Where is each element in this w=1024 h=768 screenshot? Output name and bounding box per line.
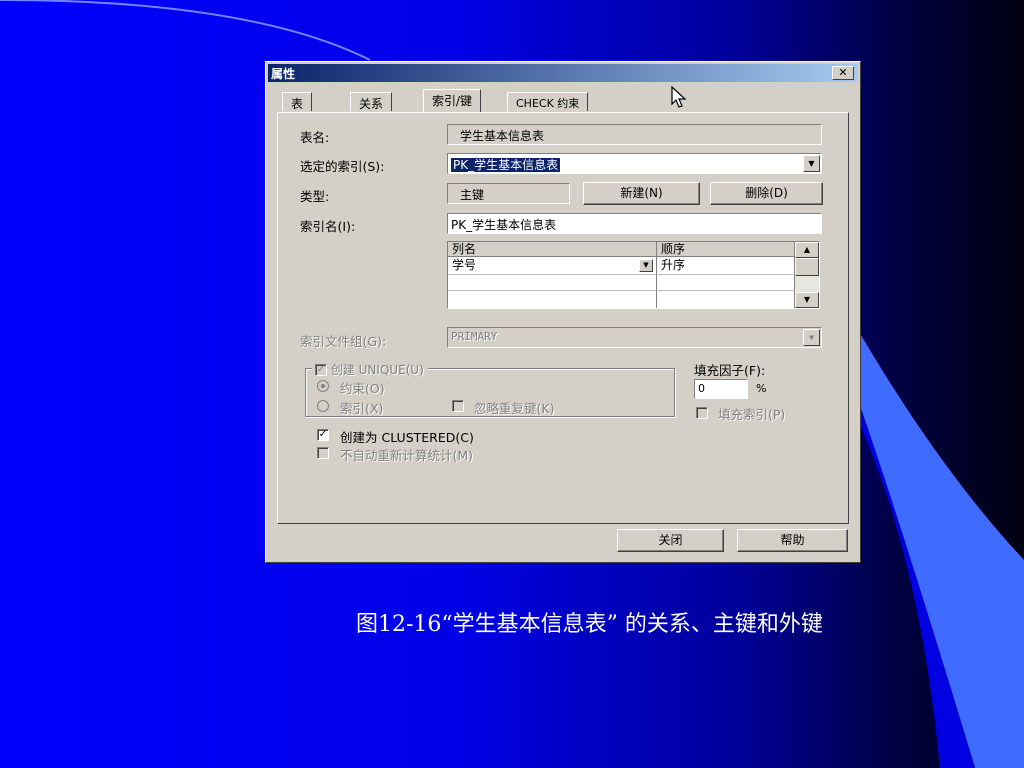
mouse-pointer-icon	[671, 86, 687, 108]
dialog-title-bar[interactable]: 属性 ✕	[268, 64, 858, 82]
table-row-empty[interactable]	[657, 275, 795, 291]
ignore-duplicate-checkbox[interactable]	[452, 400, 464, 412]
cell-sort-order[interactable]: 升序	[657, 257, 795, 275]
close-icon[interactable]: ✕	[832, 66, 854, 80]
ignore-duplicate-label: 忽略重复键(K)	[474, 401, 555, 416]
index-name-label: 索引名(I):	[300, 219, 356, 234]
column-header-name: 列名	[448, 242, 657, 257]
index-radio-label: 索引(X)	[340, 401, 384, 416]
help-button[interactable]: 帮助	[737, 529, 848, 552]
slide-caption: 图12-16“学生基本信息表” 的关系、主键和外键	[356, 612, 823, 637]
table-name-field: 学生基本信息表	[447, 124, 822, 145]
filegroup-label: 索引文件组(G):	[300, 334, 387, 349]
scroll-thumb[interactable]	[795, 258, 819, 276]
scroll-down-icon[interactable]: ▼	[795, 292, 819, 308]
radio-constraint[interactable]	[317, 380, 329, 392]
table-row-column-name[interactable]: 学号 ▼	[448, 257, 657, 275]
type-field: 主键	[447, 183, 570, 204]
table-name-label: 表名:	[300, 130, 330, 145]
table-row-empty[interactable]	[657, 291, 795, 308]
chevron-down-icon[interactable]: ▼	[803, 155, 820, 172]
filegroup-value: PRIMARY	[451, 330, 498, 343]
index-columns-grid: 列名 顺序 学号 ▼ 升序 ▲ ▼	[447, 241, 820, 309]
clustered-checkbox[interactable]: ✓	[317, 429, 329, 441]
tab-check-constraints[interactable]: CHECK 约束	[507, 92, 589, 111]
type-label: 类型:	[300, 189, 330, 204]
grid-scrollbar[interactable]: ▲ ▼	[795, 242, 819, 308]
create-unique-label: 创建 UNIQUE(U)	[330, 363, 424, 377]
filegroup-dropdown[interactable]: PRIMARY ▼	[447, 327, 822, 348]
close-button[interactable]: 关闭	[617, 529, 724, 552]
new-button[interactable]: 新建(N)	[583, 182, 700, 205]
checkbox-checked-icon[interactable]: ✓	[315, 363, 327, 376]
delete-button[interactable]: 删除(D)	[710, 182, 823, 205]
percent-sign: %	[756, 382, 767, 395]
cell-column-name: 学号	[452, 258, 477, 272]
column-header-order: 顺序	[657, 242, 795, 257]
table-row-empty[interactable]	[448, 291, 657, 308]
selected-index-dropdown[interactable]: PK_学生基本信息表 ▼	[447, 153, 822, 174]
radio-index[interactable]	[317, 400, 329, 412]
pad-index-checkbox[interactable]	[696, 407, 708, 419]
chevron-down-icon[interactable]: ▼	[639, 259, 653, 272]
tab-relationships[interactable]: 关系	[350, 92, 393, 111]
tab-table[interactable]: 表	[282, 92, 313, 111]
tab-indexes-keys[interactable]: 索引/键	[423, 89, 482, 112]
create-unique-option[interactable]: ✓ 创建 UNIQUE(U)	[312, 361, 428, 377]
pad-index-label: 填充索引(P)	[718, 407, 786, 422]
fill-factor-label: 填充因子(F):	[694, 363, 766, 378]
dialog-title: 属性	[271, 67, 296, 81]
table-row-empty[interactable]	[448, 275, 657, 291]
scroll-up-icon[interactable]: ▲	[795, 242, 819, 258]
fill-factor-input[interactable]: 0	[694, 379, 748, 399]
chevron-down-icon[interactable]: ▼	[803, 329, 820, 346]
constraint-label: 约束(O)	[340, 381, 385, 396]
clustered-label: 创建为 CLUSTERED(C)	[340, 430, 474, 445]
index-name-input[interactable]: PK_学生基本信息表	[447, 213, 822, 234]
no-recompute-label: 不自动重新计算统计(M)	[340, 448, 474, 463]
selected-index-value: PK_学生基本信息表	[451, 158, 561, 172]
no-recompute-checkbox[interactable]	[317, 447, 329, 459]
selected-index-label: 选定的索引(S):	[300, 159, 385, 174]
